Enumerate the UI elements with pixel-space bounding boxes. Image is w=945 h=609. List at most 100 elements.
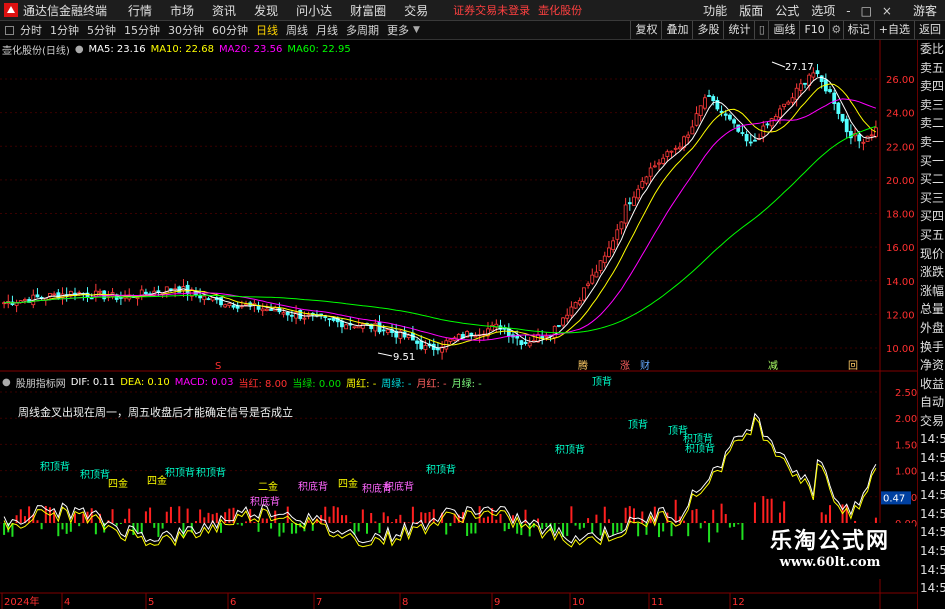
mark-button[interactable]: 标记 xyxy=(842,21,874,39)
side-panel-item: 买三 xyxy=(920,190,945,205)
candle-body xyxy=(874,127,878,137)
more-dropdown-icon[interactable]: ▼ xyxy=(413,25,420,35)
candle-body xyxy=(648,167,653,177)
tab-60min[interactable]: 60分钟 xyxy=(208,22,252,38)
gear-icon[interactable]: ⚙ xyxy=(828,21,843,39)
red-value: 当红: 8.00 xyxy=(238,378,288,390)
green-value: 当绿: 0.00 xyxy=(292,378,342,390)
menu-trade[interactable]: 交易 xyxy=(395,2,437,19)
back-button[interactable]: 返回 xyxy=(914,21,945,39)
ma20-value: MA20: 23.56 xyxy=(218,43,283,55)
side-panel-item[interactable]: 自动 xyxy=(918,393,945,412)
candle-body xyxy=(552,325,557,338)
candle-body xyxy=(736,124,741,132)
add-favorite-button[interactable]: +自选 xyxy=(873,21,914,39)
candle-body xyxy=(594,271,599,278)
checkbox-icon[interactable] xyxy=(5,25,14,35)
indicator-tick-label: 2.50 xyxy=(895,388,917,399)
tab-monthly[interactable]: 月线 xyxy=(312,22,342,38)
menu-ask-xiaoda[interactable]: 问小达 xyxy=(287,2,341,19)
menu-market[interactable]: 市场 xyxy=(161,2,203,19)
minimize-button[interactable]: - xyxy=(841,4,855,18)
side-panel-item[interactable]: 交易 xyxy=(918,412,945,431)
login-notice[interactable]: 证券交易未登录 xyxy=(453,2,530,18)
tab-multi-period[interactable]: 多周期 xyxy=(342,22,383,38)
close-button[interactable]: × xyxy=(877,4,897,18)
menu-functions[interactable]: 功能 xyxy=(697,2,733,19)
adjust-button[interactable]: 复权 xyxy=(630,21,661,39)
current-stock-link[interactable]: 壶化股份 xyxy=(538,2,582,18)
candle-body xyxy=(169,288,173,291)
stock-name-label: 壶化股份(日线) xyxy=(2,45,70,57)
watermark: 乐淘公式网 www.60lt.com xyxy=(745,523,915,579)
maximize-button[interactable]: □ xyxy=(856,4,877,18)
menu-options[interactable]: 选项 xyxy=(805,2,841,19)
overlay-button[interactable]: 叠加 xyxy=(661,21,692,39)
tab-daily[interactable]: 日线 xyxy=(252,22,282,38)
tab-weekly[interactable]: 周线 xyxy=(282,22,312,38)
candle-body xyxy=(373,322,378,332)
tab-1min[interactable]: 1分钟 xyxy=(46,22,83,38)
candle-body xyxy=(290,314,294,317)
menu-news[interactable]: 资讯 xyxy=(203,2,245,19)
candle-body xyxy=(473,335,478,338)
side-panel-item: 外盘 xyxy=(920,320,945,335)
indicator-settings-icon[interactable]: ● xyxy=(2,377,11,388)
candle-body xyxy=(144,291,148,295)
candle-body xyxy=(302,317,307,320)
multi-stock-button[interactable]: 多股 xyxy=(692,21,723,39)
side-panel-item: 14:56 xyxy=(920,525,945,540)
candle-body xyxy=(869,134,874,137)
tab-5min[interactable]: 5分钟 xyxy=(83,22,120,38)
ma60-line xyxy=(4,125,877,334)
f10-button[interactable]: F10 xyxy=(799,21,828,39)
menu-layout[interactable]: 版面 xyxy=(733,2,769,19)
candle-body xyxy=(623,204,628,224)
split-icon[interactable]: ▯ xyxy=(754,21,768,39)
side-panel-item: 现价 xyxy=(920,246,945,261)
dif-value: DIF: 0.11 xyxy=(70,376,116,388)
tab-15min[interactable]: 15分钟 xyxy=(120,22,164,38)
candle-body xyxy=(556,325,561,327)
candle-body xyxy=(519,340,524,346)
candle-body xyxy=(661,157,666,164)
candle-body xyxy=(569,306,574,316)
candle-body xyxy=(561,317,565,326)
candle-body xyxy=(198,295,203,299)
statistics-button[interactable]: 统计 xyxy=(723,21,754,39)
menu-fortune-circle[interactable]: 财富圈 xyxy=(341,2,395,19)
indicator-tick-label: 1.00 xyxy=(895,467,917,478)
signal-label: 积顶背 xyxy=(80,468,110,481)
menu-quotes[interactable]: 行情 xyxy=(119,2,161,19)
candle-body xyxy=(423,345,428,350)
candle-body xyxy=(544,335,549,338)
side-panel-item: 买一 xyxy=(920,153,945,168)
candle-body xyxy=(665,151,670,157)
guest-label[interactable]: 游客 xyxy=(907,2,943,19)
indicator-tick-label: 1.50 xyxy=(895,440,917,451)
menu-discover[interactable]: 发现 xyxy=(245,2,287,19)
dea-value: DEA: 0.10 xyxy=(120,376,170,388)
menu-formula[interactable]: 公式 xyxy=(769,2,805,19)
indicator-note: 周线金叉出现在周一，周五收盘后才能确定信号是否成立 xyxy=(18,406,293,419)
candle-body xyxy=(773,115,778,121)
candle-body xyxy=(573,302,578,309)
indicator-settings-icon[interactable]: ● xyxy=(75,44,84,55)
side-panel-item: 买五 xyxy=(920,227,945,242)
candle-body xyxy=(857,134,862,142)
draw-line-button[interactable]: 画线 xyxy=(768,21,799,39)
xaxis-label: 10 xyxy=(572,597,585,608)
xaxis-label: 6 xyxy=(230,597,236,608)
candle-body xyxy=(582,287,586,301)
menu-bar: 通达信金融终端 行情 市场 资讯 发现 问小达 财富圈 交易 证券交易未登录 壶… xyxy=(0,0,945,21)
month-green-value: 月绿: - xyxy=(451,378,482,390)
candle-body xyxy=(619,221,624,230)
candle-body xyxy=(811,72,816,78)
indicator-name[interactable]: 股朋指标网 xyxy=(16,375,66,390)
candle-body xyxy=(753,139,757,142)
tab-30min[interactable]: 30分钟 xyxy=(164,22,208,38)
candle-body xyxy=(765,123,770,126)
tab-more[interactable]: 更多 xyxy=(383,22,413,38)
candle-body xyxy=(206,298,211,301)
tab-timeshare[interactable]: 分时 xyxy=(16,22,46,38)
